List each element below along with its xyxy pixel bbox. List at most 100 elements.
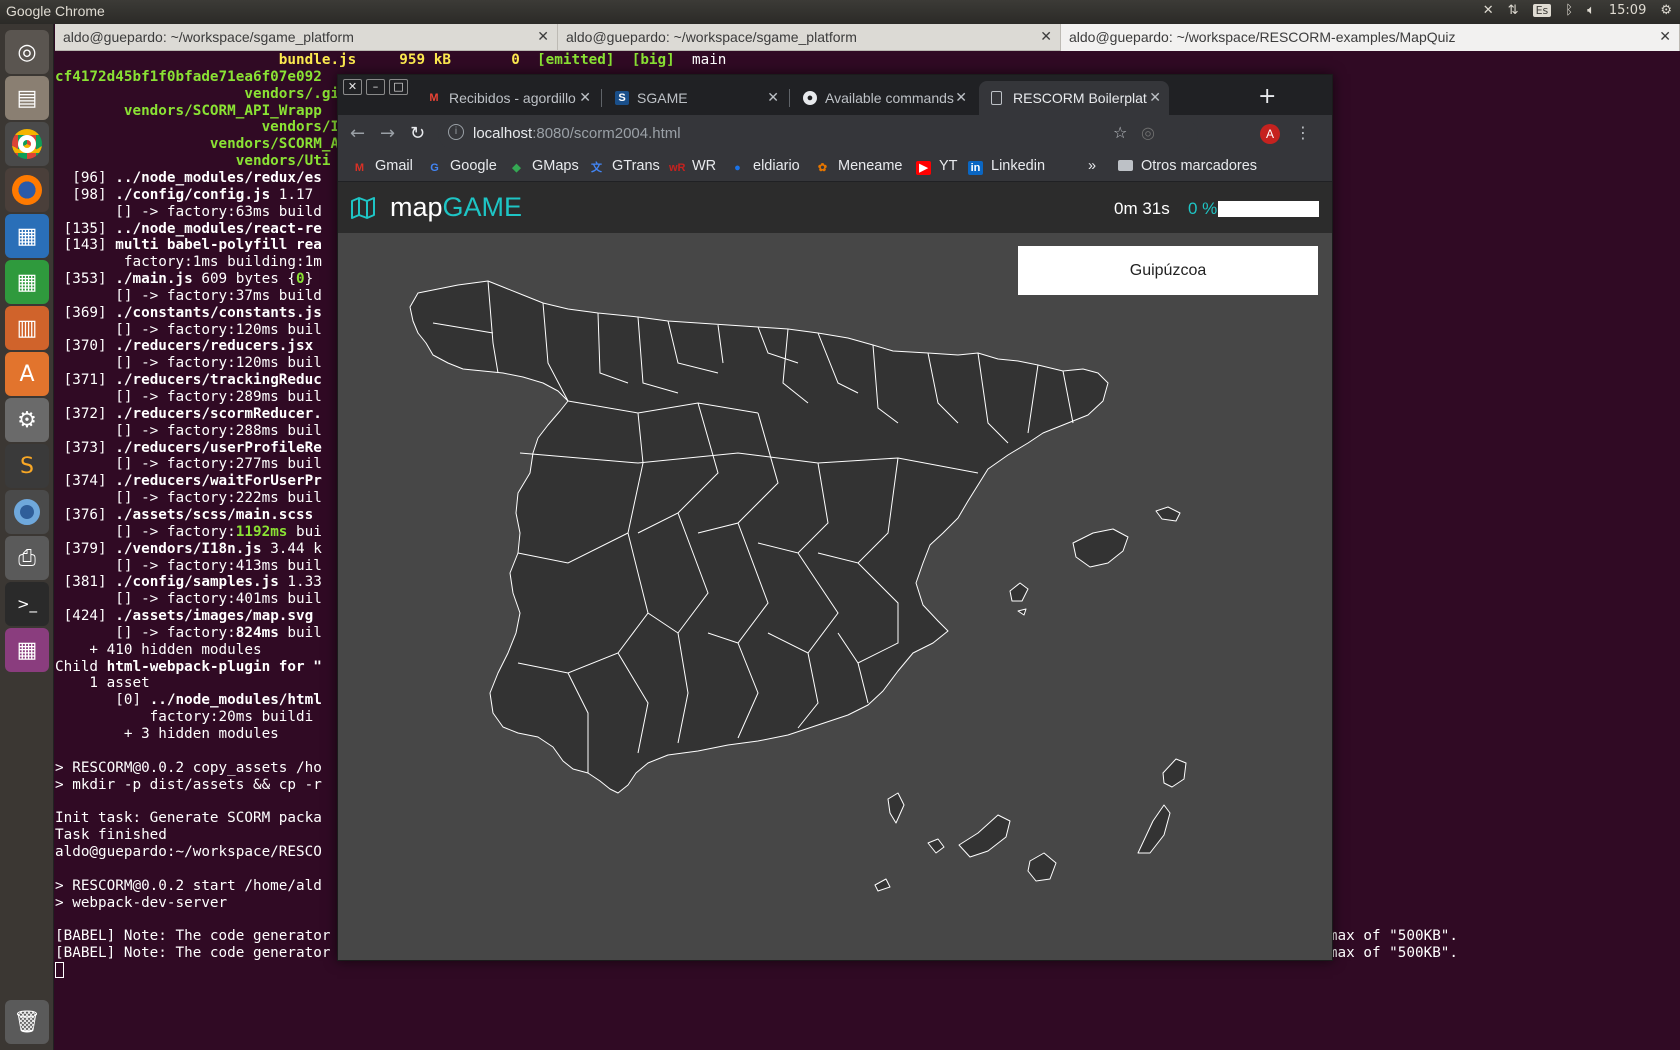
la-gomera[interactable] [927, 838, 945, 854]
printer-icon[interactable]: ⎙ [5, 536, 49, 580]
impress-icon[interactable]: ▥ [5, 306, 49, 350]
workspaces-icon[interactable]: ▦ [5, 628, 49, 672]
terminal-cursor-line [55, 961, 64, 980]
bookmark-meneame[interactable]: ✿ Meneame [815, 158, 903, 175]
terminal-line: > webpack-dev-server [55, 894, 228, 911]
terminal-line: > RESCORM@0.0.2 copy_assets /ho [55, 759, 322, 776]
terminal-tab-label: aldo@guepardo: ~/workspace/RESCORM-examp… [1069, 29, 1456, 45]
bookmark-gtrans[interactable]: 文 GTrans [589, 158, 660, 175]
terminal-tab-active[interactable]: aldo@guepardo: ~/workspace/RESCORM-examp… [1061, 24, 1680, 51]
formentera[interactable] [1017, 608, 1027, 616]
terminal-line: > RESCORM@0.0.2 start /home/ald [55, 877, 322, 894]
address-bar[interactable]: i localhost:8080/scorm2004.html [438, 119, 1198, 149]
la-palma[interactable] [887, 792, 905, 824]
meneame-icon: ✿ [817, 162, 828, 174]
bluetooth-icon[interactable]: ᛒ [1565, 3, 1573, 18]
other-bookmarks[interactable]: Otros marcadores [1118, 158, 1257, 174]
bookmark-yt[interactable]: ▶ YT [916, 158, 958, 175]
writer-icon[interactable]: ▦ [5, 214, 49, 258]
terminal-tab[interactable]: aldo@guepardo: ~/workspace/sgame_platfor… [55, 24, 558, 51]
terminal-icon[interactable]: >_ [5, 582, 49, 626]
bookmark-star-icon[interactable]: ☆ [1113, 123, 1127, 142]
mallorca[interactable] [1072, 528, 1129, 568]
chrome-window: ✕ – □ M Recibidos - agordillo ✕ S SGAME … [337, 74, 1333, 961]
chrome-icon[interactable] [5, 122, 49, 166]
software-center-icon[interactable]: A [5, 352, 49, 396]
window-minimize-button[interactable]: – [366, 79, 385, 95]
keyboard-layout[interactable]: Es [1532, 4, 1552, 17]
chrome-tab-rescorm[interactable]: RESCORM Boilerplat ✕ [979, 81, 1169, 115]
close-icon[interactable]: ✕ [537, 28, 549, 45]
firefox-icon[interactable] [5, 168, 49, 212]
dropbox-icon[interactable]: ✕ [1483, 3, 1494, 18]
ubuntu-dash-icon[interactable]: ◎ [5, 30, 49, 74]
close-icon[interactable]: ✕ [1149, 89, 1161, 106]
menu-icon[interactable]: ⋮ [1295, 123, 1311, 142]
chromium-icon[interactable] [5, 490, 49, 534]
window-maximize-button[interactable]: □ [389, 79, 408, 95]
spain-map[interactable] [338, 233, 1332, 960]
trash-icon[interactable]: 🗑︎ [5, 1000, 49, 1044]
close-icon[interactable]: ✕ [579, 89, 591, 106]
close-icon[interactable]: ✕ [955, 89, 967, 106]
question-box: Guipúzcoa [1018, 246, 1318, 295]
terminal-line: Child html-webpack-plugin for " [55, 658, 322, 675]
terminal-line: vendors/.gi [55, 85, 340, 102]
files-icon[interactable]: ▤ [5, 76, 49, 120]
tab-divider [789, 89, 790, 107]
mainland-spain[interactable] [409, 280, 1109, 794]
terminal-tab[interactable]: aldo@guepardo: ~/workspace/sgame_platfor… [558, 24, 1061, 51]
google-icon: G [430, 162, 439, 174]
terminal-line: [] -> factory:63ms build [55, 203, 322, 220]
tenerife[interactable] [958, 814, 1011, 858]
menorca[interactable] [1155, 506, 1181, 522]
bookmark-wr[interactable]: wR WR [669, 158, 716, 175]
youtube-icon: ▶ [916, 161, 931, 175]
terminal-line: factory:1ms building:1m [55, 254, 322, 271]
terminal-line: vendors/SCORM_A [55, 136, 340, 153]
terminal-tab-label: aldo@guepardo: ~/workspace/sgame_platfor… [63, 29, 354, 45]
back-icon[interactable]: ← [350, 123, 365, 144]
forward-icon[interactable]: → [380, 123, 395, 144]
clock[interactable]: 15:09 [1609, 3, 1646, 18]
profile-avatar[interactable]: A [1260, 124, 1280, 144]
progress-bar [1218, 201, 1319, 217]
fuerteventura[interactable] [1137, 804, 1171, 854]
chrome-tab-github[interactable]: ● Available commands ✕ [791, 81, 975, 115]
bookmark-gmaps[interactable]: ◆ GMaps [509, 158, 578, 175]
site-info-icon[interactable]: i [448, 124, 464, 140]
window-close-button[interactable]: ✕ [343, 79, 362, 95]
lanzarote[interactable] [1162, 758, 1187, 788]
gran-canaria[interactable] [1027, 852, 1057, 882]
bookmark-linkedin[interactable]: in Linkedin [968, 158, 1045, 175]
bookmark-google[interactable]: G Google [427, 158, 497, 175]
bookmark-eldiario[interactable]: ● eldiario [730, 158, 800, 175]
close-icon[interactable]: ✕ [767, 89, 779, 106]
url-text[interactable]: localhost:8080/scorm2004.html [473, 125, 681, 142]
extension-icon[interactable]: ◎ [1141, 123, 1155, 142]
terminal-line: [] -> factory:277ms buil [55, 456, 322, 473]
page-icon [991, 91, 1002, 105]
calc-icon[interactable]: ▦ [5, 260, 49, 304]
chrome-tab-sgame[interactable]: S SGAME ✕ [603, 81, 787, 115]
settings-gear-icon[interactable]: ⚙ [1660, 3, 1672, 18]
close-icon[interactable]: ✕ [1659, 28, 1671, 45]
network-icon[interactable]: ⇅ [1508, 3, 1519, 18]
bookmark-gmail[interactable]: M Gmail [352, 158, 413, 175]
close-icon[interactable]: ✕ [1040, 28, 1052, 45]
reload-icon[interactable]: ↻ [410, 123, 425, 144]
terminal-line: [] -> factory:222ms buil [55, 490, 322, 507]
translate-icon: 文 [591, 162, 602, 174]
terminal-line: [] -> factory:1192ms bui [55, 523, 322, 540]
system-settings-icon[interactable]: ⚙ [5, 398, 49, 442]
el-hierro[interactable] [874, 878, 891, 892]
new-tab-button[interactable]: + [1258, 84, 1276, 109]
ibiza[interactable] [1009, 582, 1029, 602]
more-bookmarks-button[interactable]: » [1088, 158, 1096, 174]
sublime-text-icon[interactable]: S [5, 444, 49, 488]
maps-icon: ◆ [512, 162, 521, 174]
volume-icon[interactable]: 🔈︎ [1587, 3, 1595, 18]
linkedin-icon: in [968, 161, 983, 175]
chrome-tab-gmail[interactable]: M Recibidos - agordillo ✕ [415, 81, 599, 115]
terminal-tab-label: aldo@guepardo: ~/workspace/sgame_platfor… [566, 29, 857, 45]
